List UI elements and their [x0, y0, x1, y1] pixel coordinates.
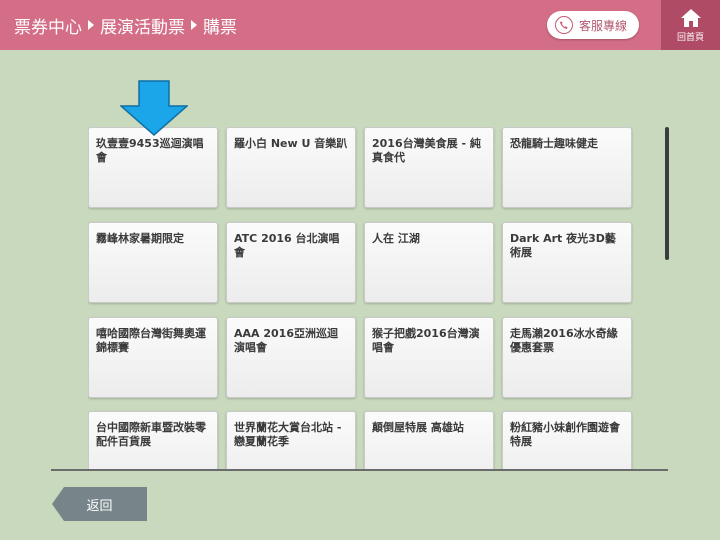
footer-divider — [51, 469, 668, 471]
back-button[interactable]: 返回 — [52, 487, 147, 521]
breadcrumb-event-tickets[interactable]: 展演活動票 — [100, 13, 185, 38]
event-tile-label: 霧峰林家暑期限定 — [96, 232, 184, 245]
event-tile-label: 恐龍騎士趣味健走 — [510, 137, 598, 150]
event-tile-label: 猴子把戲2016台灣演唱會 — [372, 327, 480, 354]
home-label: 回首頁 — [676, 32, 704, 43]
event-tile[interactable]: 顛倒屋特展 高雄站 — [364, 411, 494, 470]
pointer-arrow-icon — [120, 80, 188, 136]
breadcrumb-ticket-center[interactable]: 票券中心 — [14, 13, 82, 38]
event-tile[interactable]: 粉紅豬小妹創作園遊會特展 — [502, 411, 632, 470]
event-tile[interactable]: 恐龍騎士趣味健走 — [502, 127, 632, 208]
event-tile-label: ATC 2016 台北演唱會 — [234, 232, 340, 259]
customer-service-label: 客服專線 — [579, 18, 628, 33]
event-tile-label: 人在 江湖 — [372, 232, 420, 245]
event-tile-label: AAA 2016亞洲巡迴演唱會 — [234, 327, 338, 354]
event-tile[interactable]: AAA 2016亞洲巡迴演唱會 — [226, 317, 356, 398]
customer-service-button[interactable]: 客服專線 — [547, 11, 639, 39]
event-tile-label: 台中國際新車暨改裝零配件百貨展 — [96, 421, 206, 448]
event-tile[interactable]: 台中國際新車暨改裝零配件百貨展 — [88, 411, 218, 470]
event-tile[interactable]: ATC 2016 台北演唱會 — [226, 222, 356, 303]
home-icon — [680, 8, 701, 27]
event-tile-label: 玖壹壹9453巡迴演唱會 — [96, 137, 204, 164]
event-tile[interactable]: 世界蘭花大賞台北站 - 戀夏蘭花季 — [226, 411, 356, 470]
event-tile[interactable]: 羅小白 New U 音樂趴 — [226, 127, 356, 208]
event-tile[interactable]: 霧峰林家暑期限定 — [88, 222, 218, 303]
event-tile-label: 世界蘭花大賞台北站 - 戀夏蘭花季 — [234, 421, 342, 448]
event-grid: 玖壹壹9453巡迴演唱會 羅小白 New U 音樂趴 2016台灣美食展 - 純… — [88, 127, 640, 470]
home-button[interactable]: 回首頁 — [661, 0, 720, 50]
event-tile[interactable]: Dark Art 夜光3D藝術展 — [502, 222, 632, 303]
breadcrumb: 票券中心 展演活動票 購票 — [14, 0, 237, 50]
event-tile[interactable]: 嘻哈國際台灣街舞奧運錦標賽 — [88, 317, 218, 398]
event-tile-label: Dark Art 夜光3D藝術展 — [510, 232, 616, 259]
event-tile-label: 顛倒屋特展 高雄站 — [372, 421, 464, 434]
breadcrumb-separator-icon — [191, 20, 197, 30]
event-tile[interactable]: 猴子把戲2016台灣演唱會 — [364, 317, 494, 398]
event-tile[interactable]: 走馬瀨2016冰水奇緣優惠套票 — [502, 317, 632, 398]
event-tile[interactable]: 2016台灣美食展 - 純真食代 — [364, 127, 494, 208]
event-tile[interactable]: 玖壹壹9453巡迴演唱會 — [88, 127, 218, 208]
event-tile-label: 嘻哈國際台灣街舞奧運錦標賽 — [96, 327, 206, 354]
event-tile[interactable]: 人在 江湖 — [364, 222, 494, 303]
phone-icon — [555, 16, 573, 34]
breadcrumb-buy-tickets: 購票 — [203, 17, 237, 38]
event-tile-label: 走馬瀨2016冰水奇緣優惠套票 — [510, 327, 618, 354]
event-tile-label: 羅小白 New U 音樂趴 — [234, 137, 348, 150]
event-tile-label: 粉紅豬小妹創作園遊會特展 — [510, 421, 620, 448]
breadcrumb-separator-icon — [88, 20, 94, 30]
event-tile-label: 2016台灣美食展 - 純真食代 — [372, 137, 481, 164]
header-bar: 票券中心 展演活動票 購票 客服專線 回首頁 — [0, 0, 720, 50]
scrollbar[interactable] — [665, 127, 669, 260]
back-label: 返回 — [86, 498, 113, 514]
